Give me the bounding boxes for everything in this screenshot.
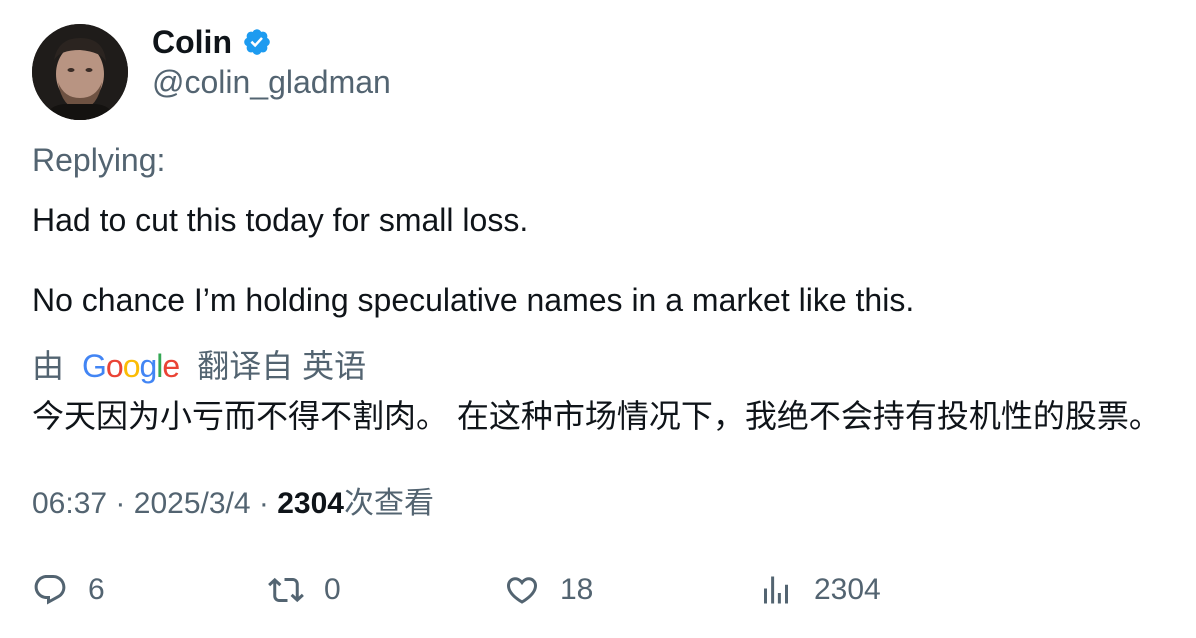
- like-button[interactable]: 18: [504, 572, 593, 608]
- reply-count: 6: [88, 573, 105, 606]
- replying-label: Replying:: [32, 142, 166, 178]
- tweet-line-2: No chance I’m holding speculative names …: [32, 282, 915, 318]
- translation-attribution: 由 Google 翻译自 英语: [32, 346, 366, 386]
- tweet-text: Had to cut this today for small loss. No…: [32, 200, 914, 320]
- action-bar: 6 0 18 2304: [32, 572, 1182, 616]
- like-count: 18: [560, 573, 594, 606]
- retweet-button[interactable]: 0: [268, 572, 341, 608]
- verified-badge-icon: [244, 29, 270, 55]
- views-count: 2304: [277, 487, 344, 520]
- author-name[interactable]: Colin: [152, 22, 232, 62]
- retweet-icon: [268, 577, 304, 603]
- author-handle[interactable]: @colin_gladman: [152, 62, 391, 102]
- views-label: 次查看: [343, 487, 434, 520]
- tweet-meta: 06:37 · 2025/3/4 · 2304次查看: [32, 487, 434, 520]
- avatar-image: [32, 24, 128, 120]
- reply-button[interactable]: 6: [32, 572, 105, 608]
- tweet-line-1: Had to cut this today for small loss.: [32, 202, 529, 238]
- google-logo: Google: [82, 348, 180, 384]
- views-count-action: 2304: [814, 573, 881, 606]
- author-name-row: Colin: [152, 22, 272, 62]
- reply-icon: [34, 575, 66, 605]
- views-chart-icon: [764, 576, 788, 604]
- avatar[interactable]: [32, 24, 128, 120]
- translation-suffix[interactable]: 翻译自 英语: [197, 346, 366, 386]
- translated-text: 今天因为小亏而不得不割肉。 在这种市场情况下，我绝不会持有投机性的股票。: [32, 398, 1161, 434]
- tweet-time[interactable]: 06:37: [32, 487, 107, 520]
- translation-prefix: 由: [32, 348, 65, 384]
- retweet-count: 0: [324, 573, 341, 606]
- views-button[interactable]: 2304: [758, 572, 881, 608]
- heart-icon: [506, 577, 538, 604]
- tweet-date[interactable]: 2025/3/4: [134, 487, 251, 520]
